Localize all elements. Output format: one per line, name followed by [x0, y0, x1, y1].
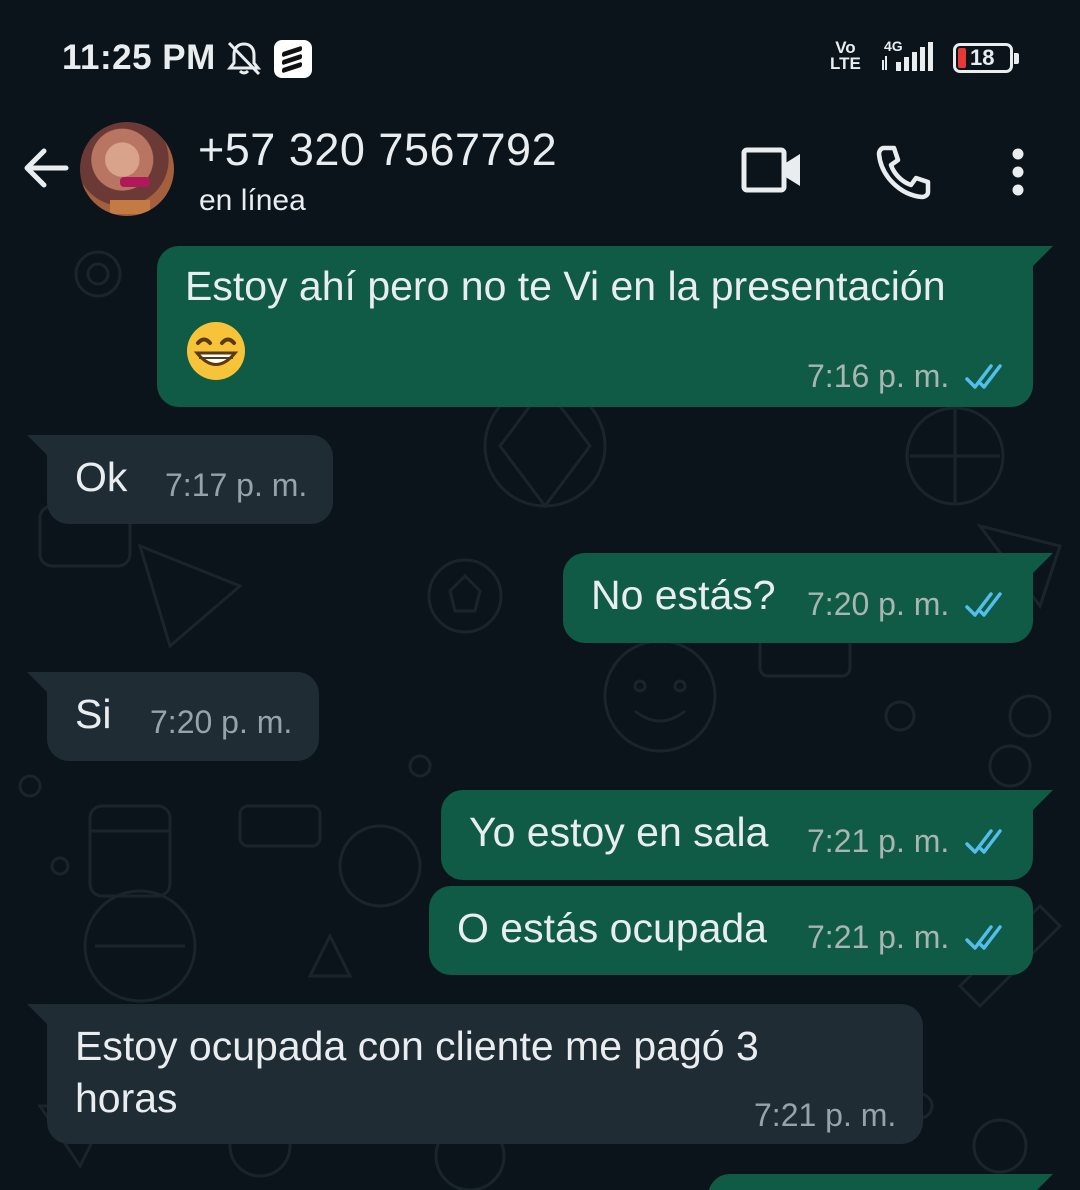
- read-ticks-icon: [965, 925, 1002, 950]
- message-time: 7:21 p. m.: [754, 1097, 897, 1133]
- app-notification-icon: [274, 40, 312, 78]
- signal-icon: [882, 42, 933, 71]
- video-call-icon[interactable]: [740, 144, 804, 196]
- message-text-line: horas: [75, 1075, 178, 1121]
- message-text: Si: [75, 691, 112, 737]
- read-ticks-icon: [965, 592, 1002, 617]
- message-text-line: Estoy ocupada con cliente me pagó 3: [75, 1023, 759, 1069]
- message-bubble-outgoing[interactable]: Estoy ahí pero no te Vi en la presentaci…: [157, 246, 1053, 407]
- message-bubble-incoming[interactable]: Si 7:20 p. m.: [27, 672, 319, 761]
- volte-indicator: Vo LTE: [830, 38, 861, 73]
- chat-header: +57 320 7567792 en línea: [0, 110, 1080, 246]
- message-bubble-incoming[interactable]: Ok 7:17 p. m.: [27, 435, 333, 524]
- grinning-face-emoji: [187, 322, 245, 380]
- avatar[interactable]: [80, 122, 174, 216]
- message-time: 7:16 p. m.: [807, 358, 950, 394]
- message-bubble-incoming[interactable]: Estoy ocupada con cliente me pagó 3 hora…: [27, 1004, 923, 1144]
- contact-name[interactable]: +57 320 7567792: [198, 124, 557, 176]
- message-bubble-outgoing[interactable]: No estás? 7:20 p. m.: [563, 553, 1053, 643]
- message-text: Ok: [75, 454, 128, 500]
- more-vert-icon[interactable]: [1000, 146, 1036, 198]
- message-time: 7:17 p. m.: [165, 467, 308, 503]
- read-ticks-icon: [965, 364, 1002, 389]
- message-bubble-outgoing-partial[interactable]: [708, 1174, 1053, 1190]
- chat-area[interactable]: Estoy ahí pero no te Vi en la presentaci…: [0, 246, 1080, 1190]
- message-text: No estás?: [591, 572, 776, 618]
- message-bubble-outgoing[interactable]: Yo estoy en sala 7:21 p. m.: [441, 790, 1053, 880]
- message-text: Estoy ahí pero no te Vi en la presentaci…: [185, 263, 946, 309]
- message-time: 7:21 p. m.: [807, 919, 950, 955]
- back-arrow-icon[interactable]: [18, 140, 74, 196]
- battery-level: 18: [970, 45, 995, 70]
- message-time: 7:20 p. m.: [807, 586, 950, 622]
- message-text: O estás ocupada: [457, 905, 767, 951]
- contact-status: en línea: [199, 184, 306, 217]
- status-bar: 11:25 PM Vo LTE 4G 18: [0, 0, 1080, 110]
- status-time: 11:25 PM: [62, 38, 216, 77]
- read-ticks-icon: [965, 829, 1002, 854]
- mute-bell-icon: [226, 41, 262, 76]
- message-text: Yo estoy en sala: [469, 809, 769, 855]
- message-bubble-outgoing[interactable]: O estás ocupada 7:21 p. m.: [429, 886, 1033, 975]
- message-time: 7:21 p. m.: [807, 823, 950, 859]
- battery-icon: 18: [953, 43, 1019, 73]
- phone-icon[interactable]: [874, 142, 934, 202]
- message-time: 7:20 p. m.: [150, 704, 293, 740]
